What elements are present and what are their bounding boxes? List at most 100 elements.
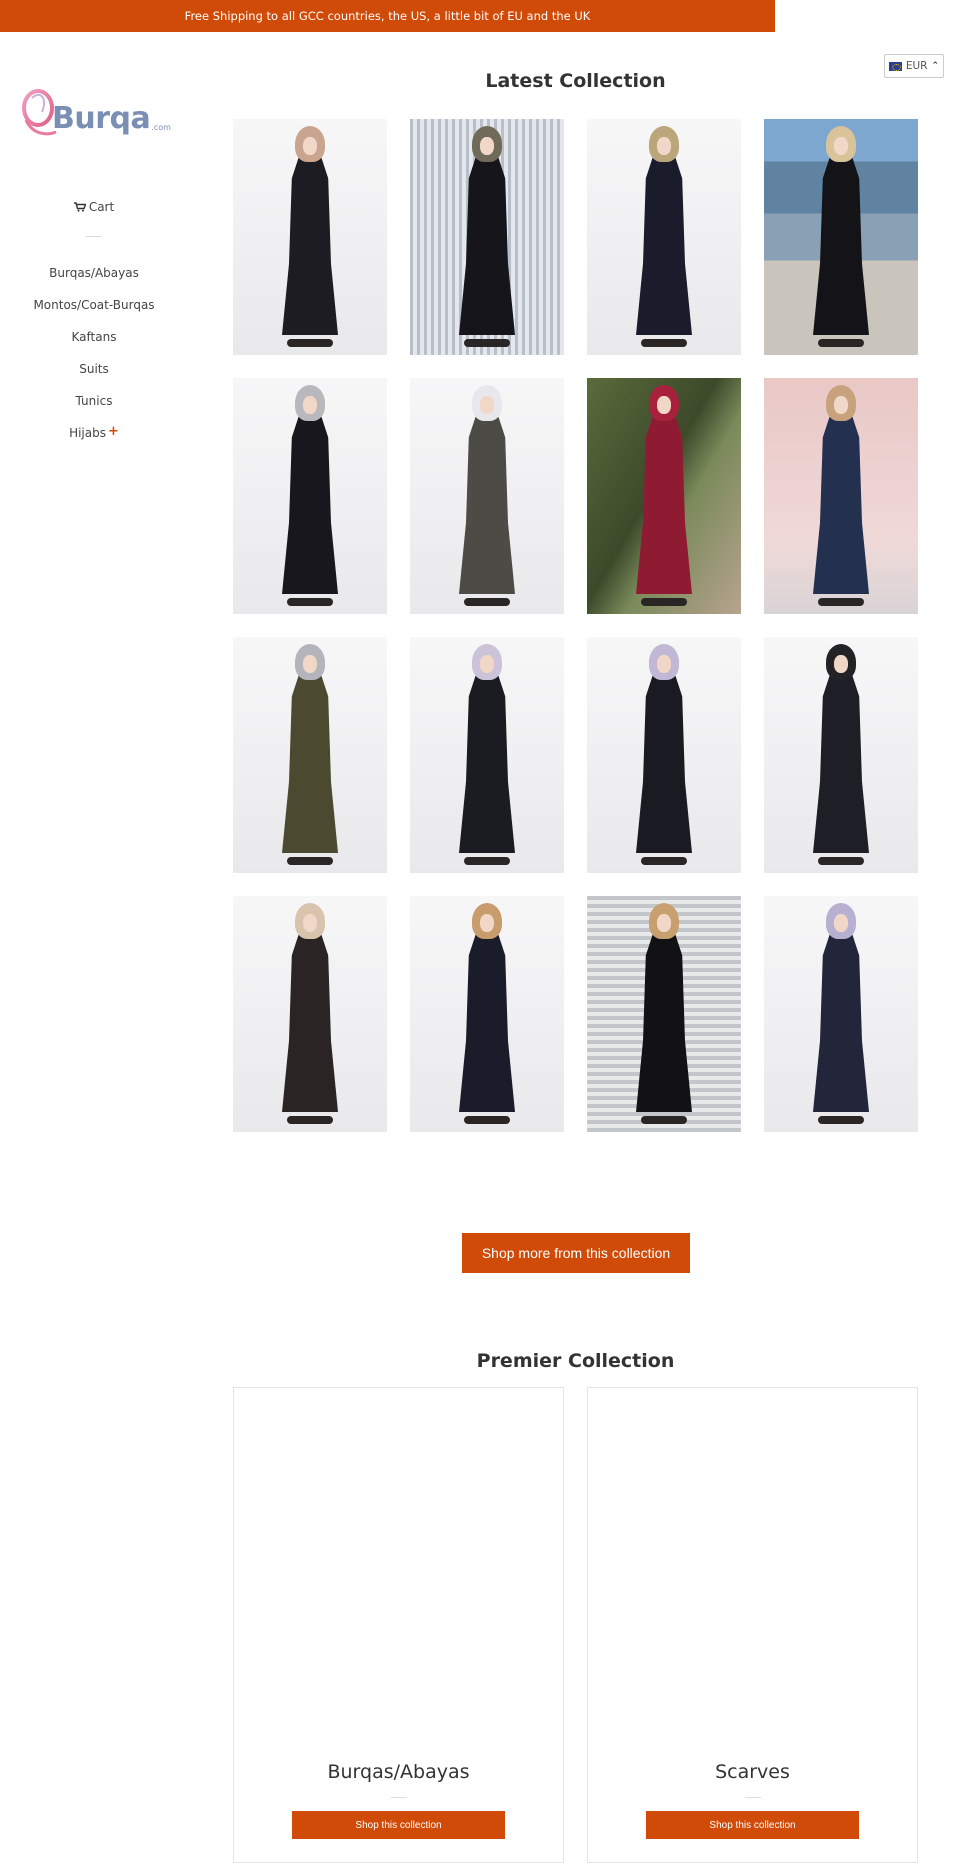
dress [813,157,869,335]
sidebar-item-label: Suits [79,362,109,376]
product-image[interactable] [764,637,918,873]
sidebar-item-suits[interactable]: Suits [0,353,188,385]
sidebar-nav: Cart Burqas/Abayas Montos/Coat-Burqas Ka… [0,196,188,449]
dress [459,675,515,853]
face [480,914,494,932]
sidebar-divider [86,236,102,237]
face [834,655,848,673]
face [480,655,494,673]
face [480,137,494,155]
shop-more-button[interactable]: Shop more from this collection [462,1233,690,1273]
sidebar-item-label: Hijabs [69,426,106,440]
shoes [818,339,864,347]
shoes [464,339,510,347]
sidebar-item-montos-coat-burqas[interactable]: Montos/Coat-Burqas [0,289,188,321]
dress [813,416,869,594]
product-image[interactable] [410,637,564,873]
sidebar-item-hijabs[interactable]: Hijabs + [0,417,188,449]
dress [282,934,338,1112]
shoes [287,1116,333,1124]
cart-icon [73,202,86,212]
shop-collection-button[interactable]: Shop this collection [292,1811,505,1839]
face [834,914,848,932]
product-image[interactable] [410,119,564,355]
dress [282,416,338,594]
product-image[interactable] [233,637,387,873]
dress [813,934,869,1112]
product-image[interactable] [587,119,741,355]
face [480,396,494,414]
dress [636,675,692,853]
sidebar-item-label: Kaftans [71,330,117,344]
promo-text: Free Shipping to all GCC countries, the … [184,9,591,23]
product-image[interactable] [764,896,918,1132]
product-grid [233,119,918,1132]
face [657,914,671,932]
product-image[interactable] [764,378,918,614]
latest-collection-title: Latest Collection [485,70,666,92]
cart-link[interactable]: Cart [0,196,188,218]
sidebar-item-kaftans[interactable]: Kaftans [0,321,188,353]
premier-cards: Burqas/Abayas Shop this collection Scarv… [233,1387,918,1863]
product-image[interactable] [410,896,564,1132]
dress [282,157,338,335]
logo-suffix: .com [151,123,171,132]
face [657,655,671,673]
dress [459,934,515,1112]
card-divider [744,1797,761,1798]
shoes [464,857,510,865]
product-image[interactable] [587,378,741,614]
face [657,137,671,155]
product-image[interactable] [410,378,564,614]
product-image[interactable] [587,637,741,873]
collection-card-title: Scarves [715,1761,790,1783]
shoes [641,339,687,347]
face [834,137,848,155]
product-image[interactable] [587,896,741,1132]
shoes [287,598,333,606]
shop-collection-button[interactable]: Shop this collection [646,1811,859,1839]
shoes [287,857,333,865]
shoes [464,1116,510,1124]
collection-card[interactable]: Burqas/Abayas Shop this collection [233,1387,564,1863]
dress [459,416,515,594]
face [834,396,848,414]
product-image[interactable] [233,378,387,614]
dress [459,157,515,335]
face [303,914,317,932]
product-image[interactable] [233,119,387,355]
collection-card[interactable]: Scarves Shop this collection [587,1387,918,1863]
site-logo[interactable]: Burqa .com [18,82,178,140]
chevron-up-icon: ⌃ [931,61,939,71]
dress [636,157,692,335]
dress [636,934,692,1112]
promo-bar: Free Shipping to all GCC countries, the … [0,0,775,32]
product-image[interactable] [764,119,918,355]
face [303,137,317,155]
shoes [287,339,333,347]
cart-label: Cart [88,200,115,214]
card-divider [390,1797,407,1798]
sidebar-item-burqas-abayas[interactable]: Burqas/Abayas [0,257,188,289]
dress [636,416,692,594]
logo-wordmark: Burqa [52,101,151,136]
shoes [641,598,687,606]
shoes [818,598,864,606]
shoes [464,598,510,606]
dress [282,675,338,853]
face [303,655,317,673]
sidebar-item-label: Montos/Coat-Burqas [33,298,155,312]
shoes [818,857,864,865]
sidebar-item-label: Tunics [75,394,113,408]
expand-plus-icon[interactable]: + [108,424,119,439]
product-image[interactable] [233,896,387,1132]
shoes [641,1116,687,1124]
dress [813,675,869,853]
shoes [641,857,687,865]
sidebar-item-label: Burqas/Abayas [49,266,139,280]
face [303,396,317,414]
shoes [818,1116,864,1124]
sidebar-item-tunics[interactable]: Tunics [0,385,188,417]
collection-card-title: Burqas/Abayas [327,1761,470,1783]
logo-mark-icon [18,84,58,140]
